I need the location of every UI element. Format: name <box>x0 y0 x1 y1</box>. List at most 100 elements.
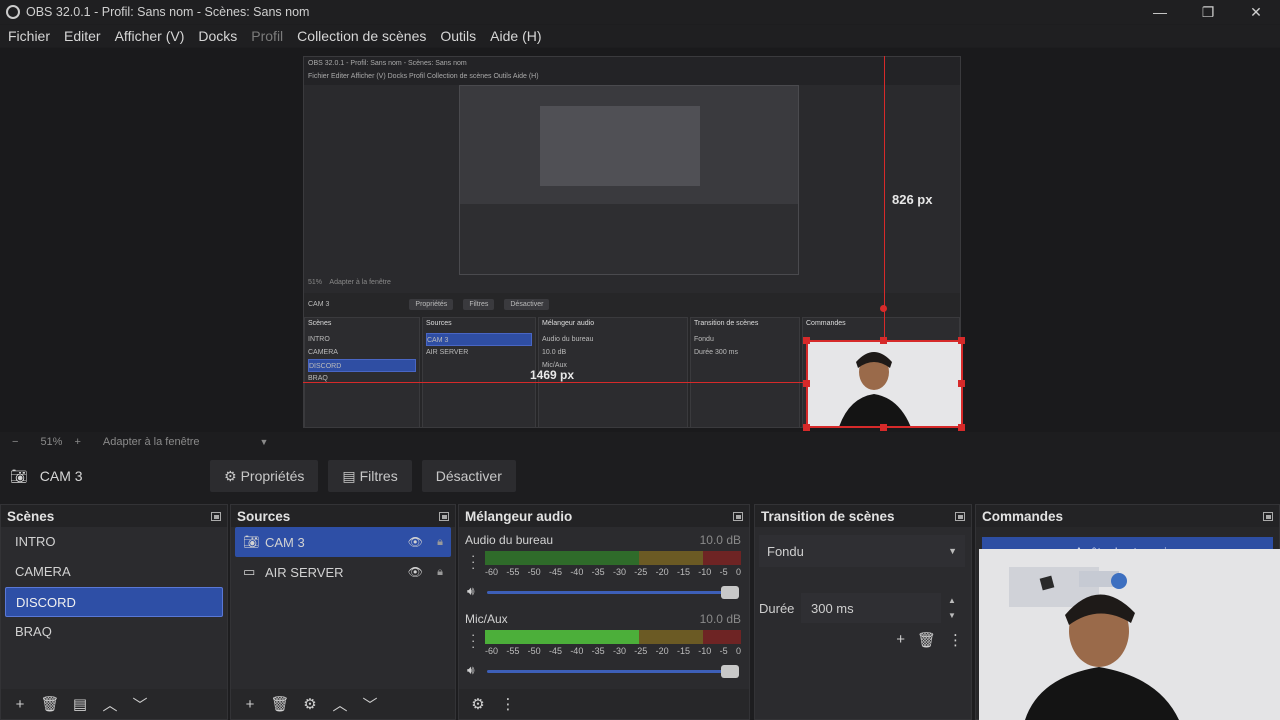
zoom-in-button[interactable]: + <box>74 436 80 448</box>
fit-window-select[interactable]: Adapter à la fenêtre <box>103 436 200 448</box>
inner-menu: Fichier Editer Afficher (V) Docks Profil… <box>308 73 539 80</box>
source-item[interactable]: ▭ AIR SERVER 👁︎ 🔒︎ <box>235 557 451 587</box>
filter-icon[interactable]: ▤ <box>65 692 95 716</box>
more-options-icon[interactable]: ⋮ <box>493 692 523 716</box>
menu-aide[interactable]: Aide (H) <box>490 28 541 44</box>
minimize-button[interactable]: — <box>1136 0 1184 24</box>
chevron-down-icon[interactable]: ▼ <box>260 437 269 447</box>
menu-outils[interactable]: Outils <box>440 28 476 44</box>
volume-slider[interactable] <box>487 665 739 678</box>
scale-tick: -10 <box>698 646 712 656</box>
slider-knob[interactable] <box>721 665 739 678</box>
menu-fichier[interactable]: Fichier <box>8 28 50 44</box>
filter-icon: ▤ <box>342 467 356 484</box>
chevron-down-icon[interactable]: ﹀ <box>355 692 385 716</box>
zoom-out-button[interactable]: − <box>12 436 18 448</box>
trash-icon[interactable]: 🗑︎ <box>265 692 295 716</box>
menu-docks[interactable]: Docks <box>198 28 237 44</box>
duration-label: Durée <box>759 601 795 616</box>
scene-item[interactable]: CAMERA <box>5 557 223 587</box>
audio-mixer-dock: Mélangeur audio Audio du bureau 10.0 dB … <box>458 504 750 720</box>
scene-item-selected[interactable]: DISCORD <box>5 587 223 617</box>
selected-source-box[interactable] <box>806 340 963 428</box>
undock-icon[interactable] <box>955 511 965 521</box>
speaker-icon[interactable]: 🔊︎ <box>467 663 475 678</box>
camera-icon: 📷︎ <box>10 467 28 484</box>
chevron-up-icon[interactable]: ︿ <box>95 692 125 716</box>
scale-tick: -40 <box>570 646 584 656</box>
scene-item[interactable]: BRAQ <box>5 617 223 647</box>
meter-yellow <box>638 630 703 644</box>
deactivate-button[interactable]: Désactiver <box>421 460 516 492</box>
more-options-icon[interactable]: ⋮ <box>948 631 963 649</box>
eye-icon[interactable]: 👁︎ <box>408 535 423 549</box>
inner-channel-db: 10.0 dB <box>542 349 567 356</box>
scale-tick: -20 <box>655 646 669 656</box>
chevron-up-icon[interactable]: ▲ <box>948 596 956 605</box>
properties-button[interactable]: ⚙ Propriétés <box>210 460 319 492</box>
undock-icon[interactable] <box>1263 511 1273 521</box>
add-icon[interactable]: + <box>5 692 35 716</box>
meter-green <box>485 551 639 565</box>
duration-stepper[interactable]: ▲ ▼ <box>943 593 961 623</box>
slider-knob[interactable] <box>721 586 739 599</box>
more-options-icon[interactable]: · · · <box>471 549 475 574</box>
menu-afficher[interactable]: Afficher (V) <box>115 28 185 44</box>
undock-icon[interactable] <box>439 511 449 521</box>
resize-handle[interactable] <box>880 424 887 431</box>
maximize-button[interactable]: ❐ <box>1184 0 1232 24</box>
resize-handle[interactable] <box>803 380 810 387</box>
filters-button[interactable]: ▤ Filtres <box>328 460 412 492</box>
lock-icon[interactable]: 🔒︎ <box>437 566 443 579</box>
inner-scene: DISCORD <box>308 359 416 372</box>
undock-icon[interactable] <box>733 511 743 521</box>
transition-header: Transition de scènes <box>755 505 971 527</box>
gear-icon[interactable]: ⚙ <box>295 692 325 716</box>
more-options-icon[interactable]: · · · <box>471 628 475 653</box>
menu-profil[interactable]: Profil <box>251 28 283 44</box>
resize-handle[interactable] <box>880 337 887 344</box>
duration-input[interactable]: 300 ms <box>801 593 941 623</box>
menu-collection[interactable]: Collection de scènes <box>297 28 426 44</box>
mixer-title: Mélangeur audio <box>465 508 573 524</box>
nested-docks <box>460 204 798 274</box>
trash-icon[interactable]: 🗑︎ <box>917 631 936 649</box>
sources-title: Sources <box>237 508 291 524</box>
meter-yellow <box>638 551 703 565</box>
inner-transition-dock: Transition de scènes Fondu Durée 300 ms <box>690 317 800 427</box>
resize-handle[interactable] <box>803 424 810 431</box>
scale-tick: -25 <box>634 646 648 656</box>
speaker-icon[interactable]: 🔊︎ <box>467 584 475 599</box>
menu-editer[interactable]: Editer <box>64 28 101 44</box>
close-button[interactable]: ✕ <box>1232 0 1280 24</box>
menu-bar: Fichier Editer Afficher (V) Docks Profil… <box>0 25 1280 47</box>
undock-icon[interactable] <box>211 511 221 521</box>
meter-level <box>485 630 639 644</box>
add-icon[interactable]: + <box>896 631 905 649</box>
scale-tick: -55 <box>506 646 520 656</box>
chevron-down-icon[interactable]: ﹀ <box>125 692 155 716</box>
lock-icon[interactable]: 🔒︎ <box>437 536 443 549</box>
duration-value: 300 ms <box>811 600 854 616</box>
resize-handle[interactable] <box>803 337 810 344</box>
chevron-down-icon[interactable]: ▼ <box>948 611 956 620</box>
scene-item[interactable]: INTRO <box>5 527 223 557</box>
resize-handle[interactable] <box>958 337 965 344</box>
eye-icon[interactable]: 👁︎ <box>408 565 423 579</box>
window-title: OBS 32.0.1 - Profil: Sans nom - Scènes: … <box>26 5 310 19</box>
sources-dock: Sources 📷︎ CAM 3 👁︎ 🔒︎ ▭ AIR SERVER 👁︎ 🔒… <box>230 504 456 720</box>
chevron-up-icon[interactable]: ︿ <box>325 692 355 716</box>
advanced-audio-icon[interactable]: ⚙ <box>463 692 493 716</box>
scale-tick: -50 <box>527 646 541 656</box>
source-item-selected[interactable]: 📷︎ CAM 3 👁︎ 🔒︎ <box>235 527 451 557</box>
resize-handle[interactable] <box>958 380 965 387</box>
channel-name: Mic/Aux <box>465 612 508 626</box>
nested-canvas <box>540 106 700 186</box>
transition-select[interactable]: Fondu ▼ <box>759 535 965 567</box>
trash-icon[interactable]: 🗑︎ <box>35 692 65 716</box>
scale-tick: -15 <box>676 567 690 577</box>
add-icon[interactable]: + <box>235 692 265 716</box>
rotate-handle[interactable] <box>880 305 887 312</box>
volume-slider[interactable] <box>487 586 739 599</box>
resize-handle[interactable] <box>958 424 965 431</box>
